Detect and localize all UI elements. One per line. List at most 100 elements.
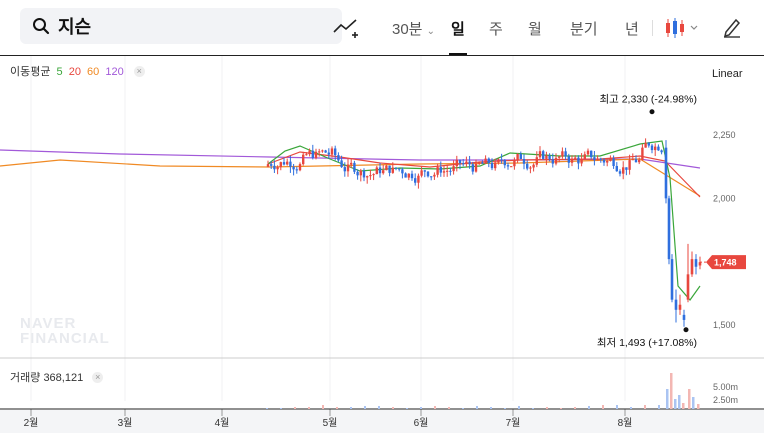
volume-bar (532, 408, 534, 409)
candle-body (334, 148, 337, 156)
volume-bar (546, 407, 548, 409)
tab-day[interactable]: 일 (449, 18, 467, 56)
candle-body (385, 165, 388, 171)
x-tick-label: 7월 (506, 417, 521, 429)
chevron-down-icon: ⌄ (426, 26, 436, 37)
candle-body (625, 167, 628, 170)
tab-week[interactable]: 주 (489, 18, 503, 39)
candle-body (487, 158, 490, 163)
candle-body (375, 167, 378, 175)
candle-body (586, 150, 590, 155)
candle-body (356, 171, 359, 176)
x-tick-label: 8월 (618, 417, 633, 429)
candle-body (657, 146, 660, 151)
candle-body (590, 150, 593, 158)
candle-body (542, 151, 545, 159)
volume-bar (364, 406, 366, 409)
candle-body (678, 304, 682, 310)
candle-body (641, 147, 644, 160)
candle-body (327, 152, 330, 155)
volume-bar (688, 389, 691, 409)
top-toolbar: 지슨 30분 ⌄ 일 주 월 분기 년 (0, 0, 764, 56)
candle-body (690, 259, 694, 275)
candle-body (631, 159, 634, 161)
volume-bar (670, 373, 673, 409)
candle-body (567, 156, 570, 163)
tab-month[interactable]: 월 (528, 18, 542, 39)
candle-body (694, 259, 698, 267)
tab-year[interactable]: 년 (625, 18, 639, 39)
candle-body (298, 164, 302, 171)
candle-body (622, 167, 625, 174)
candle-body (532, 164, 535, 168)
candle-body (644, 142, 647, 148)
volume-tick-label: 5.00m (713, 382, 738, 392)
candle-body (401, 169, 404, 174)
volume-bar (392, 407, 394, 409)
volume-bar (666, 389, 669, 409)
x-tick-label: 2월 (24, 417, 39, 429)
candle-body (529, 167, 532, 169)
volume-bar (504, 408, 506, 409)
candle-body (510, 166, 513, 168)
candle-body (664, 147, 668, 199)
x-axis-band (0, 410, 764, 433)
y-tick-label: 1,500 (713, 320, 736, 330)
candle-body (417, 175, 420, 183)
volume-label: 거래량 (10, 372, 41, 384)
candle-body (414, 178, 417, 183)
volume-bar (406, 408, 408, 409)
candle-body (382, 170, 385, 174)
candle-body (276, 167, 279, 170)
candle-body (359, 170, 362, 176)
candle-body (420, 170, 423, 176)
volume-bar (674, 399, 677, 409)
interval-select[interactable]: 30분 ⌄ (392, 18, 435, 39)
volume-bar (560, 408, 562, 409)
x-tick-label: 3월 (118, 417, 133, 429)
volume-legend[interactable]: 거래량 368,121 × (10, 369, 104, 385)
candle-body (503, 160, 506, 166)
candle-body (522, 158, 526, 164)
price-chart[interactable]: 2월3월4월5월6월7월8월2월3월4월5월6월7월8월2,2502,0001,… (0, 56, 764, 433)
candle-body (674, 299, 678, 310)
close-icon[interactable]: × (92, 372, 104, 383)
candle-body (343, 167, 346, 172)
edit-pencil-icon[interactable] (722, 16, 742, 38)
candle-body (548, 155, 551, 160)
ma-line-60 (0, 158, 701, 197)
candle-body (449, 170, 452, 172)
candle-body (650, 145, 654, 151)
candle-body (474, 163, 478, 172)
volume-bar (588, 406, 590, 409)
candle-body (596, 158, 599, 161)
candle-body (439, 167, 442, 173)
candle-body (500, 159, 503, 161)
candle-body (526, 163, 529, 169)
candle-body (577, 157, 580, 164)
tab-quarter[interactable]: 분기 (570, 18, 598, 39)
candle-body (551, 159, 554, 164)
last-price-label: 1,748 (714, 258, 737, 268)
candle-body (286, 161, 289, 165)
drawing-tool-icon[interactable] (331, 14, 359, 42)
volume-bar (574, 407, 576, 409)
x-tick-label: 5월 (323, 417, 338, 429)
candle-body (289, 161, 292, 167)
candle-body (452, 166, 455, 172)
volume-bar (644, 405, 646, 409)
candle-body (506, 165, 510, 167)
candle-body (433, 174, 436, 177)
candle-body (516, 153, 519, 161)
volume-bar (630, 407, 632, 409)
candle-body (561, 151, 564, 157)
stock-search[interactable]: 지슨 (20, 8, 342, 44)
candle-body (302, 154, 305, 165)
candle-body (654, 146, 657, 151)
candle-body (404, 173, 407, 178)
candle-body (366, 176, 369, 178)
candle-body (388, 165, 391, 173)
volume-bar (476, 406, 478, 409)
candle-type-icon[interactable] (664, 16, 700, 40)
volume-bar (294, 407, 296, 409)
